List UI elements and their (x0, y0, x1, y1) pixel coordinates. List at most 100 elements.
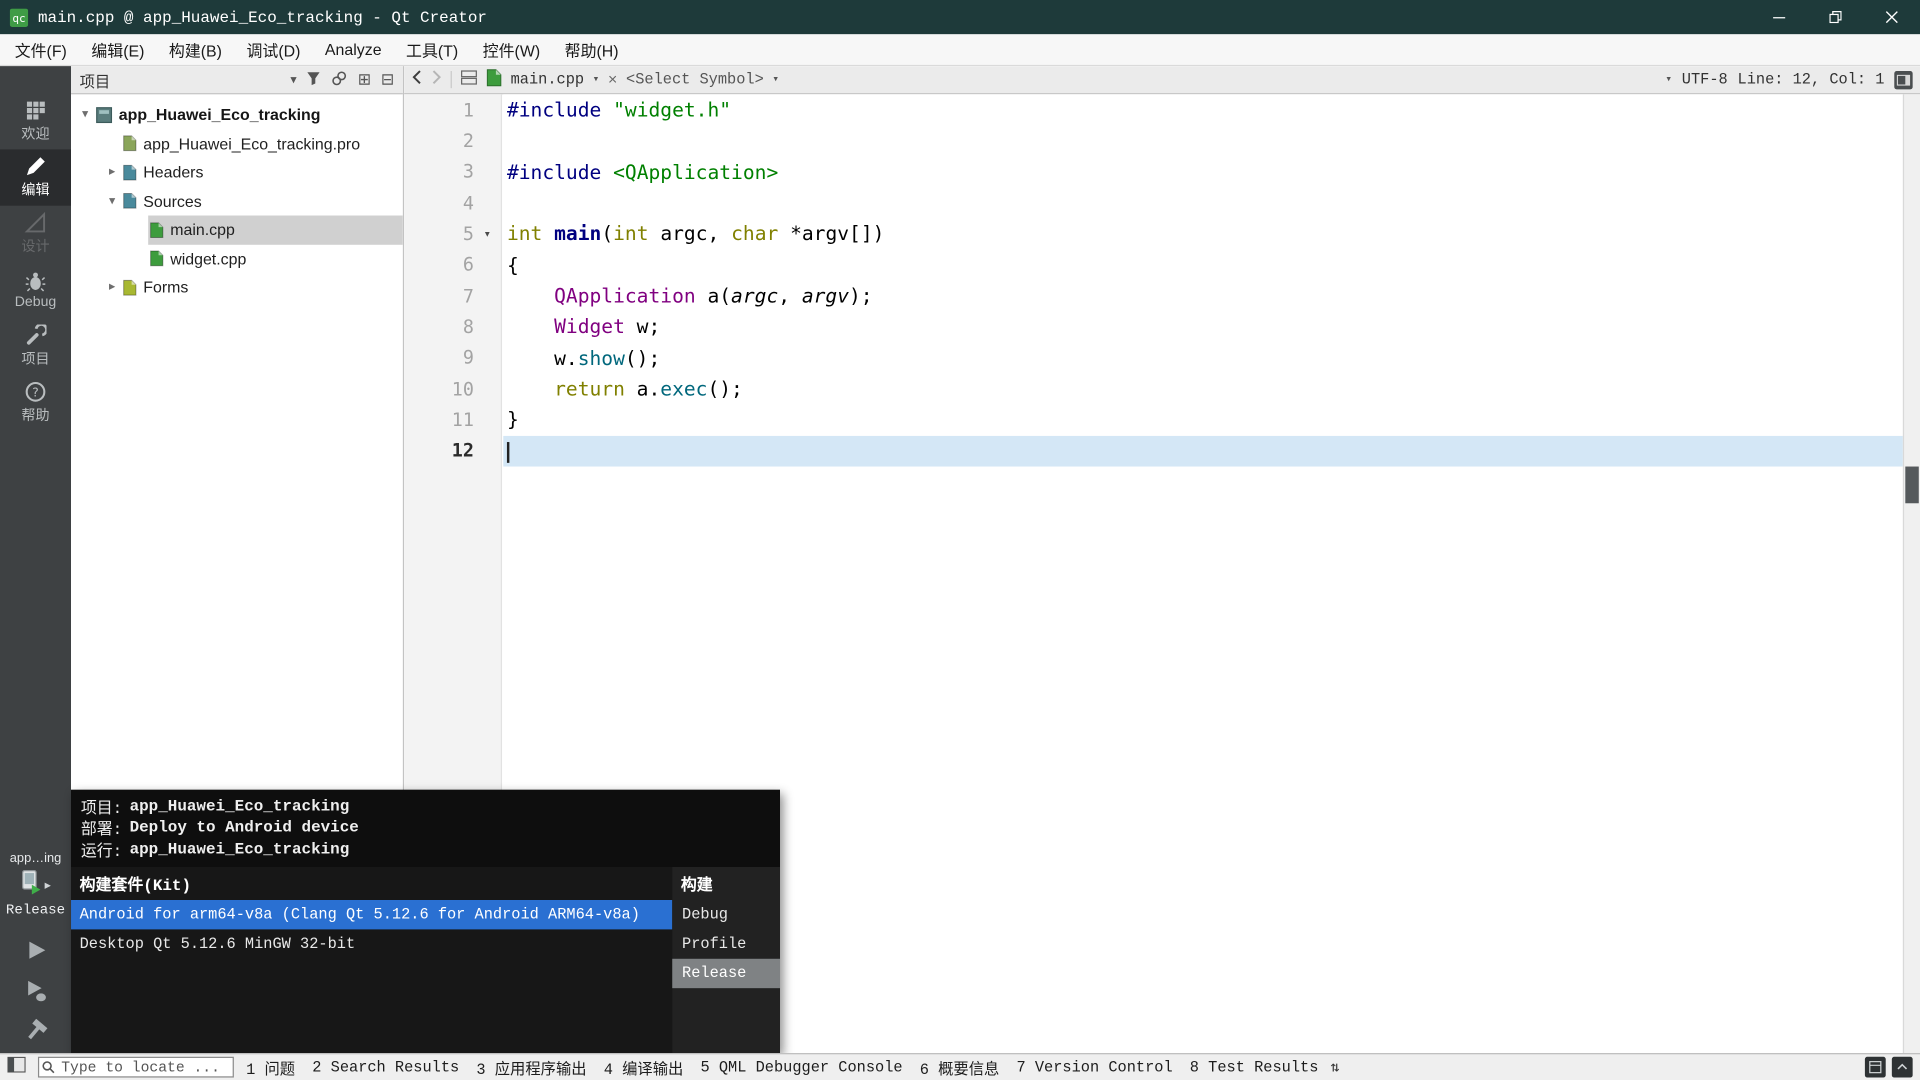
tree-item-main-cpp[interactable]: main.cpp (71, 215, 403, 245)
editor-options-caret-icon[interactable]: ▾ (1665, 73, 1672, 85)
close-pane-icon[interactable]: ⊟ (381, 70, 394, 88)
line-number-2: 2 (462, 129, 474, 152)
fold-marker-icon[interactable]: ▾ (474, 227, 501, 240)
pane-button-issues[interactable]: 1 问题 (246, 1056, 295, 1079)
code-line-5[interactable]: int main(int argc, char *argv[]) (507, 218, 1903, 249)
tree-item-widget-cpp[interactable]: widget.cpp (71, 244, 403, 273)
expander-icon[interactable]: ▾ (76, 108, 94, 121)
code-line-1[interactable]: #include "widget.h" (507, 94, 1903, 125)
close-button[interactable] (1864, 0, 1920, 34)
locator-input[interactable] (37, 1056, 234, 1078)
encoding-label[interactable]: UTF-8 (1682, 71, 1728, 88)
sync-with-editor-icon[interactable] (331, 69, 348, 90)
file-dropdown-caret-icon[interactable]: ▾ (593, 73, 600, 85)
menu-tools[interactable]: 工具(T) (394, 33, 471, 66)
expander-icon[interactable]: ▾ (103, 194, 121, 207)
mode-help-label: 帮助 (21, 408, 50, 424)
code-line-7[interactable]: QApplication a(argc, argv); (507, 280, 1903, 311)
menu-window[interactable]: 控件(W) (470, 33, 552, 66)
restore-button[interactable] (1807, 0, 1863, 34)
popup-project-info: 项目: app_Huawei_Eco_tracking 部署: Deploy to A… (71, 789, 781, 867)
tree-item-forms[interactable]: ▸ Forms (71, 273, 403, 302)
popup-info-: 部署: Deploy to Android device (80, 818, 359, 840)
build-option-debug[interactable]: Debug (672, 900, 780, 929)
target-device-icon (20, 869, 42, 901)
open-file-name[interactable]: main.cpp (511, 71, 584, 88)
help-mode-icon: ? (24, 381, 46, 403)
expander-icon[interactable]: ▸ (103, 281, 121, 294)
code-line-10[interactable]: return a.exec(); (507, 374, 1903, 405)
pane-button-version-control[interactable]: 7 Version Control (1016, 1059, 1172, 1076)
back-icon[interactable] (411, 70, 422, 90)
filter-icon[interactable] (306, 70, 321, 88)
maximize-output-pane-icon[interactable] (1891, 1056, 1913, 1078)
menu-debug[interactable]: 调试(D) (234, 33, 312, 66)
pane-button-test-results[interactable]: 8 Test Results (1190, 1059, 1319, 1076)
tree-item-app-huawei-eco-tracking[interactable]: ▾ app_Huawei_Eco_tracking (71, 100, 403, 129)
kit-selector-popup: 项目: app_Huawei_Eco_tracking 部署: Deploy to A… (71, 789, 781, 1054)
pane-button-qml-debugger-console[interactable]: 5 QML Debugger Console (701, 1059, 903, 1076)
build-progress-icon[interactable] (1864, 1056, 1886, 1078)
build-button[interactable] (21, 1016, 50, 1045)
kit-column: 构建套件(Kit) Android for arm64-v8a (Clang Q… (71, 866, 673, 1054)
menu-file[interactable]: 文件(F) (2, 33, 79, 66)
close-document-icon[interactable]: × (608, 70, 618, 88)
minimize-button[interactable] (1751, 0, 1807, 34)
tree-item-sources[interactable]: ▾ Sources (71, 187, 403, 216)
code-line-12[interactable] (503, 435, 1903, 467)
menu-build[interactable]: 构建(B) (157, 33, 235, 66)
kit-option-1[interactable]: Desktop Qt 5.12.6 MinGW 32-bit (71, 929, 672, 958)
build-target-selector[interactable]: app…ing ▸ Release (0, 851, 71, 921)
code-line-9[interactable]: w.show(); (507, 343, 1903, 374)
menu-analyze[interactable]: Analyze (313, 36, 394, 64)
code-line-11[interactable]: } (507, 405, 1903, 436)
mode-projects[interactable]: 项目 (0, 318, 71, 374)
mode-edit[interactable]: 编辑 (0, 149, 72, 206)
debug-mode-icon (24, 271, 46, 293)
titlebar: qc main.cpp @ app_Huawei_Eco_tracking - … (0, 0, 1920, 35)
code-line-2[interactable] (507, 125, 1903, 156)
kit-option-0[interactable]: Android for arm64-v8a (Clang Qt 5.12.6 f… (71, 899, 673, 930)
toggle-right-sidebar-icon[interactable] (1894, 70, 1913, 89)
mode-debug[interactable]: Debug (0, 262, 71, 318)
editor-toolbar: main.cpp ▾ × <Select Symbol> ▾ ▾ UTF-8 L… (404, 66, 1920, 95)
split-editor-icon[interactable] (460, 69, 477, 90)
expander-icon[interactable]: ▸ (103, 166, 121, 179)
editor-scrollbar[interactable] (1902, 94, 1920, 1054)
run-button[interactable] (21, 936, 50, 965)
mode-help[interactable]: ? 帮助 (0, 375, 71, 431)
split-pane-icon[interactable]: ⊞ (358, 70, 371, 88)
line-number-5: 5 ▾ (404, 218, 501, 249)
scrollbar-current-line-marker[interactable] (1905, 466, 1919, 504)
pane-button-search-results[interactable]: 2 Search Results (312, 1059, 459, 1076)
code-line-3[interactable]: #include <QApplication> (507, 156, 1903, 187)
code-line-4[interactable] (507, 187, 1903, 218)
tree-item-label: main.cpp (170, 220, 235, 240)
window-title: main.cpp @ app_Huawei_Eco_tracking - Qt … (37, 7, 487, 27)
pane-button-general-messages[interactable]: 6 概要信息 (920, 1056, 1000, 1079)
code-line-6[interactable]: { (507, 249, 1903, 280)
search-icon (42, 1060, 55, 1078)
build-option-release[interactable]: Release (672, 958, 781, 989)
code-line-8[interactable]: Widget w; (507, 312, 1903, 343)
pane-button-app-output[interactable]: 3 应用程序输出 (476, 1056, 586, 1079)
pane-select-caret-icon[interactable]: ▾ (290, 73, 296, 86)
build-option-profile[interactable]: Profile (672, 929, 780, 958)
pane-button-compile-output[interactable]: 4 编译输出 (604, 1056, 684, 1079)
forward-icon[interactable] (431, 70, 442, 90)
tree-item-app-huawei-eco-tracking-pro[interactable]: app_Huawei_Eco_tracking.pro (71, 129, 403, 158)
output-pane-sort-icon[interactable]: ⇅ (1331, 1058, 1340, 1076)
toggle-left-sidebar-icon[interactable] (7, 1056, 26, 1078)
projects-mode-icon (24, 324, 47, 346)
edit-mode-icon (24, 156, 46, 178)
run-debug-button[interactable] (21, 976, 50, 1005)
welcome-mode-icon (24, 99, 46, 121)
qt-creator-logo-icon: qc (9, 7, 29, 27)
line-number-8: 8 (462, 316, 474, 339)
tree-item-headers[interactable]: ▸ Headers (71, 158, 403, 187)
symbol-selector[interactable]: <Select Symbol> (626, 71, 764, 88)
menu-help[interactable]: 帮助(H) (552, 33, 630, 66)
symbol-dropdown-caret-icon[interactable]: ▾ (772, 73, 779, 85)
mode-welcome[interactable]: 欢迎 (0, 93, 71, 149)
menu-edit[interactable]: 编辑(E) (79, 33, 157, 66)
